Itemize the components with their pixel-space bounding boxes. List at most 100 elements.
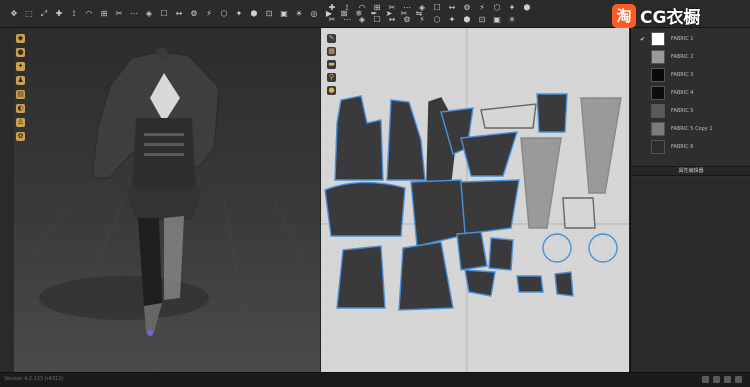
symmetry-icon[interactable]: ⚙: [401, 15, 413, 25]
3d-viewport[interactable]: [14, 28, 320, 372]
button-tool-icon[interactable]: ⚙: [188, 9, 200, 19]
fold-tool-icon[interactable]: ◠: [83, 9, 95, 19]
fabric-list: ✔ FABRIC 1 FABRIC 2 FABRIC 3 FABRIC 4 FABRIC …: [631, 30, 750, 156]
segment-sew-icon[interactable]: ⬡: [491, 3, 503, 13]
figure-icon[interactable]: ♙: [16, 118, 25, 127]
dart-icon[interactable]: ⚙: [461, 3, 473, 13]
left-side-strip: [0, 28, 14, 372]
fabric-swatch: [651, 32, 665, 46]
unfold-icon[interactable]: ⚡: [416, 15, 428, 25]
grid-tool-icon[interactable]: ▣: [278, 9, 290, 19]
light-icon[interactable]: ✦: [16, 62, 25, 71]
fabric-item[interactable]: FABRIC 3: [631, 66, 750, 84]
fabric-name: FABRIC 4: [671, 90, 694, 96]
internal-polygon-icon[interactable]: ↔: [446, 3, 458, 13]
app-window: ✥ ⬚ ⤢ ✚ ⟟ ◠ ⊞ ✂ ⋯ ◈ ☐ ↔ ⚙ ⚡ ⬡ ✦ ⬢ ⊡ ▣ ☀ ◎ ▶ ⊠ ❄ ✒ ➤ ✂ ⇋ ✚ ⟟ ◠ ⊞ ✂ ⋯ ◈ ☐ ↔ ⚙ ⚡…: [0, 0, 750, 387]
fullscreen-icon[interactable]: [735, 376, 742, 383]
tack-icon[interactable]: ✂: [326, 15, 338, 25]
pattern-tool-icon[interactable]: ✂: [113, 9, 125, 19]
property-editor-title: 属性编辑器: [678, 168, 704, 174]
light-tool-icon[interactable]: ☀: [293, 9, 305, 19]
fabric-item[interactable]: FABRIC 5 Copy 1: [631, 120, 750, 138]
baseline-icon[interactable]: ⬡: [431, 15, 443, 25]
seam-icon[interactable]: ⚡: [476, 3, 488, 13]
notch-icon[interactable]: ☐: [371, 15, 383, 25]
pin-tool-icon[interactable]: ✚: [53, 9, 65, 19]
gravity-tool-icon[interactable]: ⬢: [248, 9, 260, 19]
fabric-name: FABRIC 6: [671, 144, 694, 150]
sim-status-icon[interactable]: [702, 376, 709, 383]
pattern-canvas: [321, 28, 629, 372]
sim-tool-icon[interactable]: ✦: [233, 9, 245, 19]
fabric-swatch: [651, 86, 665, 100]
curve-point-icon[interactable]: ✂: [386, 3, 398, 13]
texture-tool-icon[interactable]: ☐: [158, 9, 170, 19]
arrange-icon[interactable]: ▣: [491, 15, 503, 25]
fabric-name: FABRIC 2: [671, 54, 694, 60]
status-icons: [702, 376, 742, 383]
status-text: Version 4.2.123 (r4312): [4, 376, 64, 382]
camera-tool-icon[interactable]: ◎: [308, 9, 320, 19]
fabric-item[interactable]: FABRIC 2: [631, 48, 750, 66]
move-tool-icon[interactable]: ✥: [8, 9, 20, 19]
fabric-item[interactable]: FABRIC 6: [631, 138, 750, 156]
polygon-icon[interactable]: ⋯: [401, 3, 413, 13]
view-icon[interactable]: ◆: [16, 34, 25, 43]
status-bar: Version 4.2.123 (r4312): [0, 372, 750, 387]
grain-icon[interactable]: ↔: [386, 15, 398, 25]
point-add-icon[interactable]: ⊞: [371, 3, 383, 13]
render-icon[interactable]: ◐: [16, 104, 25, 113]
baseline-icon[interactable]: ▬: [327, 60, 336, 69]
point-tool-icon[interactable]: ⋯: [128, 9, 140, 19]
2d-pattern-window[interactable]: [321, 28, 629, 372]
circle-icon[interactable]: ☐: [431, 3, 443, 13]
camera-icon[interactable]: ●: [16, 48, 25, 57]
sync-icon[interactable]: [713, 376, 720, 383]
2d-side-tools: ✎ ▦ ▬ ⚲ ●: [327, 34, 336, 95]
fabric-swatch: [651, 68, 665, 82]
texture-icon[interactable]: ▦: [327, 47, 336, 56]
settings-icon[interactable]: ✿: [16, 132, 25, 141]
transform-tool-icon[interactable]: ⤢: [38, 9, 50, 19]
check-icon: ✔: [640, 35, 646, 43]
fabric-item[interactable]: FABRIC 5: [631, 102, 750, 120]
tape-tool-icon[interactable]: ↔: [173, 9, 185, 19]
watermark-text: CG衣橱: [640, 8, 701, 28]
rectangle-icon[interactable]: ◈: [416, 3, 428, 13]
transform-pattern-icon[interactable]: ◠: [356, 3, 368, 13]
zip-tool-icon[interactable]: ⚡: [203, 9, 215, 19]
layout-icon[interactable]: [724, 376, 731, 383]
pencil-icon[interactable]: ✎: [327, 34, 336, 43]
fabric-name: FABRIC 5: [671, 108, 694, 114]
fabric-swatch: [651, 122, 665, 136]
select-pattern-icon[interactable]: ✚: [326, 3, 338, 13]
fabric-tool-icon[interactable]: ⊡: [263, 9, 275, 19]
fold-icon[interactable]: ⬢: [521, 3, 533, 13]
fabric-name: FABRIC 5 Copy 1: [671, 126, 713, 132]
texture-edit-icon[interactable]: ⊡: [476, 15, 488, 25]
property-editor-body: [631, 178, 750, 372]
trace-icon[interactable]: ◈: [356, 15, 368, 25]
fabric-name: FABRIC 3: [671, 72, 694, 78]
taobao-logo-icon: 淘: [612, 3, 636, 28]
avatar-icon[interactable]: ♟: [16, 76, 25, 85]
fabric-swatch: [651, 50, 665, 64]
brush-tool-icon[interactable]: ◈: [143, 9, 155, 19]
fabric-swatch: [651, 140, 665, 154]
sewing-tool-icon[interactable]: ⟟: [68, 9, 80, 19]
free-sew-icon[interactable]: ✦: [506, 3, 518, 13]
measure-tool-icon[interactable]: ⊞: [98, 9, 110, 19]
pin-icon[interactable]: ●: [327, 86, 336, 95]
mesh-icon[interactable]: ⋯: [341, 15, 353, 25]
topstitch-icon[interactable]: ☀: [506, 15, 518, 25]
fabric-item[interactable]: ✔ FABRIC 1: [631, 30, 750, 48]
select-tool-icon[interactable]: ⬚: [23, 9, 35, 19]
zoom-icon[interactable]: ⚲: [327, 73, 336, 82]
texture-icon[interactable]: ▤: [16, 90, 25, 99]
measure-icon[interactable]: ✦: [446, 15, 458, 25]
ruler-icon[interactable]: ⬢: [461, 15, 473, 25]
3d-scene: [14, 48, 320, 372]
fabric-item[interactable]: FABRIC 4: [631, 84, 750, 102]
edit-pattern-icon[interactable]: ⟟: [341, 3, 353, 13]
avatar-tool-icon[interactable]: ⬡: [218, 9, 230, 19]
